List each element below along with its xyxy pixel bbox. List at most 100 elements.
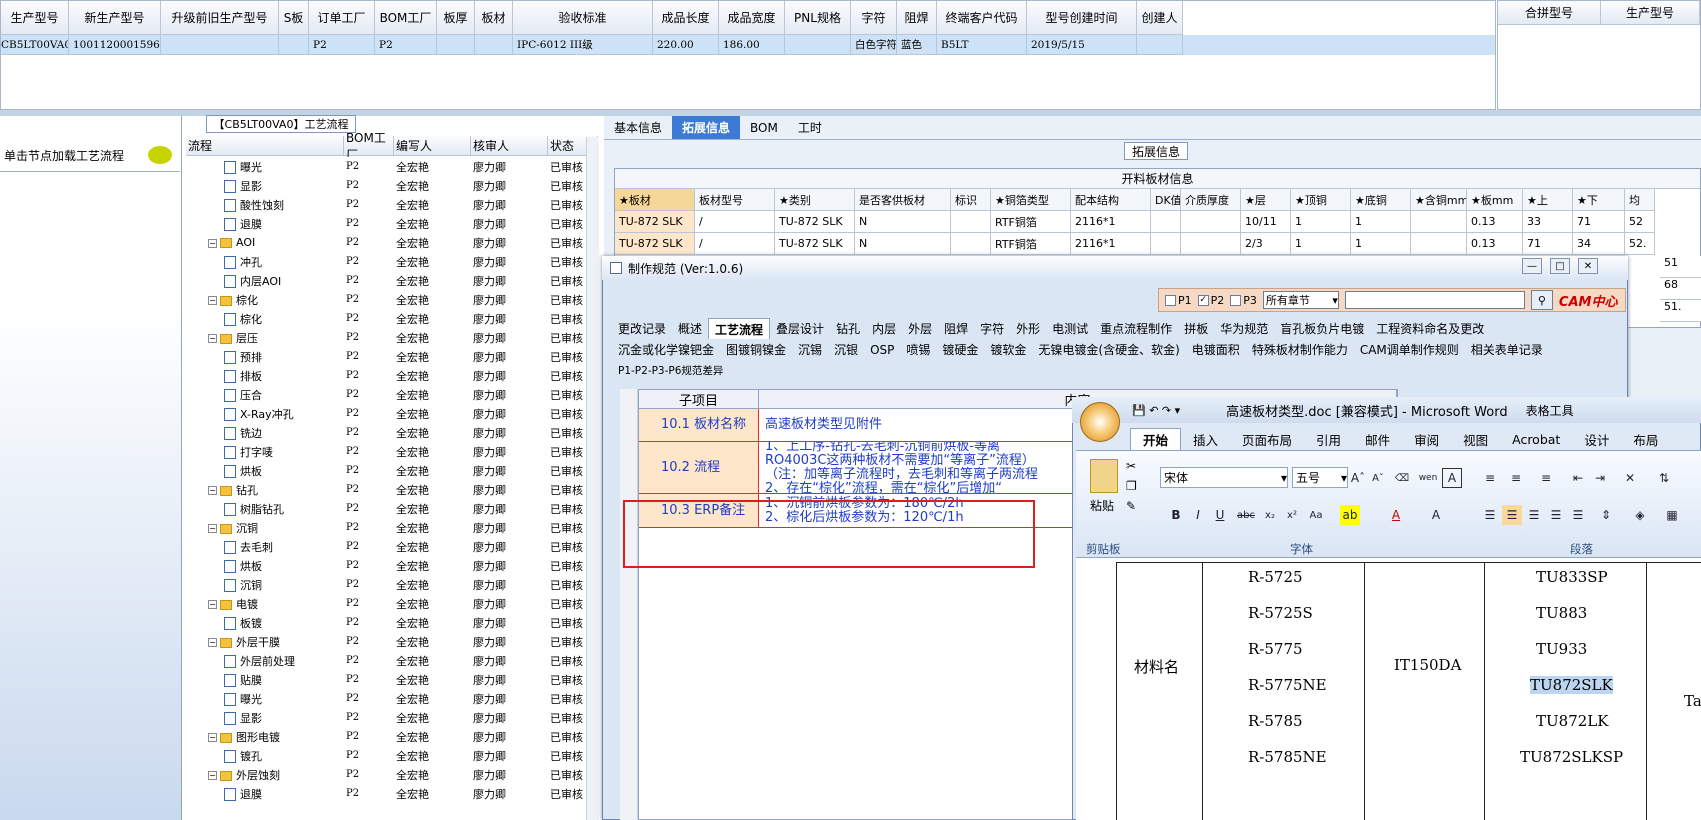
collapse-icon[interactable]: − (208, 733, 217, 742)
checkbox-checked-icon[interactable]: ✓ (1197, 295, 1209, 306)
model-grid-cell[interactable]: B5LT (937, 35, 1027, 55)
tree-row[interactable]: − 层压 P2 全宏艳 廖力卿 已审核 (186, 328, 586, 347)
model-grid-col-header[interactable]: 创建人 (1137, 1, 1183, 35)
collapse-icon[interactable]: − (208, 296, 217, 305)
highlight-icon[interactable]: ab (1340, 505, 1360, 525)
close-icon[interactable]: ✕ (1578, 258, 1598, 274)
material-col-header[interactable]: ★类别 (775, 189, 855, 211)
tree-node[interactable]: − 棕化 (186, 292, 344, 308)
underline-icon[interactable]: U (1210, 505, 1230, 525)
filter-p3[interactable]: P3 (1230, 294, 1257, 307)
word-tab[interactable]: 审阅 (1402, 430, 1451, 449)
tree-node[interactable]: 棕化 (186, 311, 344, 327)
increase-indent-icon[interactable]: ⇥ (1590, 468, 1610, 488)
merge-model-header[interactable]: 合拼型号 (1498, 1, 1601, 25)
chapter-tab[interactable]: 特殊板材制作能力 (1246, 339, 1354, 360)
collapse-icon[interactable]: − (208, 600, 217, 609)
collapse-icon[interactable]: − (208, 334, 217, 343)
material-col-header[interactable]: ★板mm (1467, 189, 1523, 211)
tree-row[interactable]: X-Ray冲孔 P2 全宏艳 廖力卿 已审核 (186, 404, 586, 423)
model-grid-cell[interactable]: 2019/5/15 (1027, 35, 1137, 55)
align-right-icon[interactable]: ☰ (1524, 505, 1544, 525)
bold-icon[interactable]: B (1166, 505, 1186, 525)
chapter-tab[interactable]: 工艺流程 (708, 318, 771, 339)
copy-icon[interactable]: ❐ (1126, 479, 1137, 493)
tree-node[interactable]: 曝光 (186, 159, 344, 175)
tree-node[interactable]: X-Ray冲孔 (186, 406, 344, 422)
tree-row[interactable]: 退膜 P2 全宏艳 廖力卿 已审核 (186, 784, 586, 803)
word-tab[interactable]: 插入 (1181, 430, 1230, 449)
chapter-tab[interactable]: 工程资料命名及更改 (1370, 318, 1490, 339)
model-grid-col-header[interactable]: 成品长度 (653, 1, 719, 35)
word-tab[interactable]: 引用 (1304, 430, 1353, 449)
tree-node[interactable]: 压合 (186, 387, 344, 403)
model-grid-cell[interactable] (279, 35, 309, 55)
tree-node[interactable]: 烘板 (186, 558, 344, 574)
tree-node[interactable]: 显影 (186, 710, 344, 726)
search-icon[interactable]: ⚲ (1530, 290, 1553, 310)
chat-bubble-icon[interactable] (148, 146, 172, 164)
model-grid-cell[interactable]: 蓝色 (897, 35, 937, 55)
model-grid-cell[interactable]: IPC-6012 III级 (513, 35, 653, 55)
tree-row[interactable]: 预排 P2 全宏艳 廖力卿 已审核 (186, 347, 586, 366)
tree-row[interactable]: − AOI P2 全宏艳 廖力卿 已审核 (186, 233, 586, 252)
tree-row[interactable]: 铣边 P2 全宏艳 廖力卿 已审核 (186, 423, 586, 442)
material-col-header[interactable]: 板材型号 (695, 189, 775, 211)
material-col-header[interactable]: 配本结构 (1071, 189, 1151, 211)
tree-row[interactable]: − 沉铜 P2 全宏艳 廖力卿 已审核 (186, 518, 586, 537)
tree-node[interactable]: − 沉铜 (186, 520, 344, 536)
model-grid-col-header[interactable]: 验收标准 (513, 1, 653, 35)
tree-row[interactable]: 压合 P2 全宏艳 廖力卿 已审核 (186, 385, 586, 404)
maximize-icon[interactable]: □ (1550, 258, 1570, 274)
chapter-tab[interactable]: 重点流程制作 (1094, 318, 1178, 339)
font-family-select[interactable]: 宋体 ▾ (1160, 467, 1288, 488)
material-col-header[interactable]: 均 (1625, 189, 1655, 211)
tree-col-reviewer[interactable]: 核审人 (471, 136, 548, 155)
tree-node[interactable]: 冲孔 (186, 254, 344, 270)
model-grid-row-selected[interactable]: CB5LT00VA0 10011200015963 P2 P2 IPC-6012 III… (1, 35, 1495, 55)
word-tab[interactable]: 布局 (1621, 430, 1670, 449)
tree-node[interactable]: 显影 (186, 178, 344, 194)
model-grid-col-header[interactable]: BOM工厂 (375, 1, 437, 35)
material-col-header[interactable]: DK值 (1151, 189, 1181, 211)
model-grid-col-header[interactable]: 板材 (475, 1, 513, 35)
model-grid-col-header[interactable]: 生产型号 (1, 1, 69, 35)
tree-row[interactable]: − 钻孔 P2 全宏艳 廖力卿 已审核 (186, 480, 586, 499)
model-grid-cell[interactable] (437, 35, 475, 55)
tree-col-process[interactable]: 流程 (186, 136, 344, 155)
tree-node[interactable]: 外层前处理 (186, 653, 344, 669)
tree-row[interactable]: 烘板 P2 全宏艳 廖力卿 已审核 (186, 556, 586, 575)
tree-row[interactable]: 退膜 P2 全宏艳 廖力卿 已审核 (186, 214, 586, 233)
tree-row[interactable]: 曝光 P2 全宏艳 廖力卿 已审核 (186, 689, 586, 708)
word-tab[interactable]: Acrobat (1500, 432, 1572, 447)
tree-node[interactable]: 排板 (186, 368, 344, 384)
filter-p2[interactable]: ✓ P2 (1197, 294, 1224, 307)
word-tab[interactable]: 页面布局 (1230, 430, 1304, 449)
quick-access-toolbar[interactable]: 💾 ↶ ↷ ▾ (1132, 404, 1180, 417)
chapter-tab[interactable]: 喷锡 (900, 339, 936, 360)
tree-col-bom[interactable]: BOM工厂 (344, 131, 394, 162)
tree-row[interactable]: 烘板 P2 全宏艳 廖力卿 已审核 (186, 461, 586, 480)
cut-icon[interactable]: ✂ (1126, 459, 1136, 473)
char-border-icon[interactable]: A (1442, 468, 1462, 488)
chapter-tab[interactable]: 概述 (672, 318, 708, 339)
tree-node[interactable]: 曝光 (186, 691, 344, 707)
chapter-tab[interactable]: 拼板 (1178, 318, 1214, 339)
tree-node[interactable]: − AOI (186, 236, 344, 249)
chapter-tab[interactable]: 字符 (974, 318, 1010, 339)
tree-node[interactable]: 镀孔 (186, 748, 344, 764)
minimize-icon[interactable]: — (1522, 258, 1542, 274)
tree-row[interactable]: 冲孔 P2 全宏艳 廖力卿 已审核 (186, 252, 586, 271)
tab-bom[interactable]: BOM (740, 116, 788, 139)
superscript-icon[interactable]: x² (1282, 505, 1302, 525)
model-grid-cell[interactable] (785, 35, 851, 55)
tab-extended-info[interactable]: 拓展信息 (672, 116, 741, 139)
change-case-icon[interactable]: Aa (1306, 505, 1326, 525)
model-grid-cell[interactable]: 白色字符 (851, 35, 897, 55)
chapter-tab[interactable]: CAM调单制作规则 (1354, 339, 1465, 360)
borders-icon[interactable]: ▦ (1662, 505, 1682, 525)
checkbox-icon[interactable] (1230, 295, 1242, 306)
material-col-header[interactable]: ★板材 (615, 189, 695, 211)
model-grid-cell[interactable]: P2 (375, 35, 437, 55)
collapse-icon[interactable]: − (208, 238, 217, 248)
